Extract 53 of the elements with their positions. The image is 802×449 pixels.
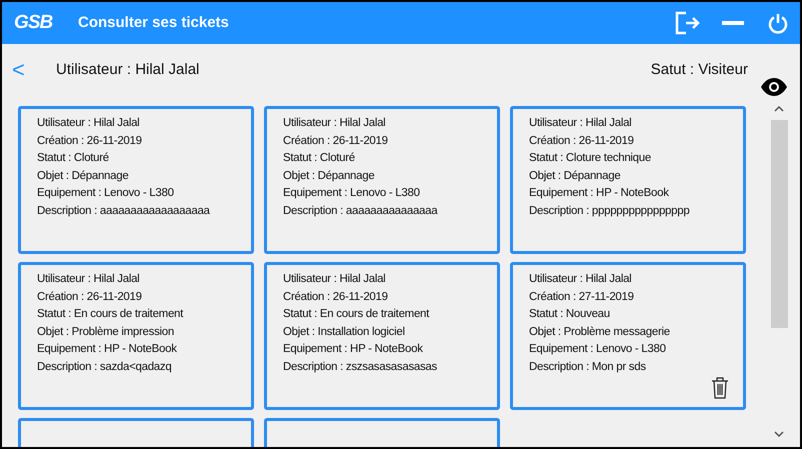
ticket-field: Création : 26-11-2019	[37, 132, 251, 150]
ticket-field: Utilisateur : Hilal Jalal	[529, 115, 743, 133]
ticket-field: Statut : Cloturé	[283, 150, 497, 168]
ticket-card[interactable]: Utilisateur : Hilal Jalal Création : 26-11-2019 Statut : En cours de traitement Objet : Problème impression Equipement : HP - NoteBook Description : sazda<qadazq	[18, 262, 254, 410]
logout-icon[interactable]	[674, 11, 700, 35]
ticket-field: Statut : Cloturé	[37, 150, 251, 168]
ticket-field: Création : 26-11-2019	[37, 288, 251, 306]
ticket-field: Utilisateur : Hilal Jalal	[529, 271, 743, 289]
ticket-field: Equipement : HP - NoteBook	[529, 185, 743, 203]
trash-icon[interactable]	[711, 377, 729, 399]
ticket-field: Objet : Dépannage	[529, 168, 743, 186]
ticket-field: Utilisateur : Hilal Jalal	[37, 115, 251, 133]
ticket-field: Description : Mon pr sds	[529, 358, 743, 377]
ticket-card[interactable]: Utilisateur : Hilal Jalal Création : 27-11-2019 Statut : Nouveau Objet : Problème messagerie Equipement : Lenovo - L380 Description : Mon pr sds	[510, 262, 746, 410]
ticket-field: Création : 27-11-2019	[529, 288, 743, 306]
ticket-field: Statut : En cours de traitement	[37, 306, 251, 324]
ticket-field: Objet : Problème messagerie	[529, 324, 743, 342]
ticket-card[interactable]: Utilisateur : Hilal Jalal Création : 26-11-2019 Statut : Cloturé Objet : Dépannage Equipement : Lenovo - L380 Description : aaaaaaaaaaaaaaaaaa	[18, 106, 254, 254]
ticket-field: Utilisateur : Hilal Jalal	[37, 271, 251, 289]
ticket-field: Equipement : Lenovo - L380	[283, 185, 497, 203]
ticket-field: Objet : Problème impression	[37, 324, 251, 342]
scroll-up-icon[interactable]	[774, 106, 784, 112]
scrollbar-thumb[interactable]	[770, 120, 788, 328]
ticket-field: Equipement : Lenovo - L380	[529, 341, 743, 359]
logo: GSB	[14, 10, 54, 35]
ticket-field: Utilisateur : Hilal Jalal	[283, 115, 497, 133]
ticket-field: Création : 26-11-2019	[283, 132, 497, 150]
ticket-card[interactable]: Utilisateur : Hilal Jalal Création : 26-11-2019 Statut : En cours de traitement Objet : Installation logiciel Equipement : HP - NoteBook Description : zszsasasasasasas	[264, 262, 500, 410]
eye-icon[interactable]	[760, 78, 788, 96]
ticket-field: Description : aaaaaaaaaaaaaaa	[283, 202, 497, 221]
ticket-field: Equipement : HP - NoteBook	[283, 341, 497, 359]
scroll-down-icon[interactable]	[774, 431, 784, 437]
ticket-card[interactable]: Utilisateur : Hilal Jalal Création : 26-11-2019 Statut : Cloture technique Objet : Dépannage Equipement : HP - NoteBook Description : pppppppppppppppp	[510, 106, 746, 254]
ticket-field: Description : sazda<qadazq	[37, 358, 251, 377]
power-icon[interactable]	[768, 12, 788, 34]
role-label: Satut : Visiteur	[650, 60, 748, 80]
ticket-field: Création : 26-11-2019	[283, 288, 497, 306]
ticket-field: Création : 26-11-2019	[529, 132, 743, 150]
ticket-field: Description : aaaaaaaaaaaaaaaaaa	[37, 202, 251, 221]
ticket-field: Objet : Installation logiciel	[283, 324, 497, 342]
ticket-field: Statut : En cours de traitement	[283, 306, 497, 324]
ticket-field: Statut : Cloture technique	[529, 150, 743, 168]
user-label: Utilisateur : Hilal Jalal	[56, 60, 200, 80]
ticket-field: Equipement : Lenovo - L380	[37, 185, 251, 203]
ticket-field: Objet : Dépannage	[37, 168, 251, 186]
ticket-card[interactable]: Utilisateur : Hilal Jalal Création : 26-11-2019 Statut : Cloturé Objet : Dépannage Equipement : Lenovo - L380 Description : aaaaaaaaaaaaaaa	[264, 106, 500, 254]
ticket-field: Description : pppppppppppppppp	[529, 202, 743, 221]
window-title: Consulter ses tickets	[78, 12, 229, 33]
ticket-field: Utilisateur : Hilal Jalal	[283, 271, 497, 289]
ticket-field: Statut : Nouveau	[529, 306, 743, 324]
ticket-field: Objet : Dépannage	[283, 168, 497, 186]
ticket-field: Equipement : HP - NoteBook	[37, 341, 251, 359]
ticket-field: Description : zszsasasasasasas	[283, 358, 497, 377]
